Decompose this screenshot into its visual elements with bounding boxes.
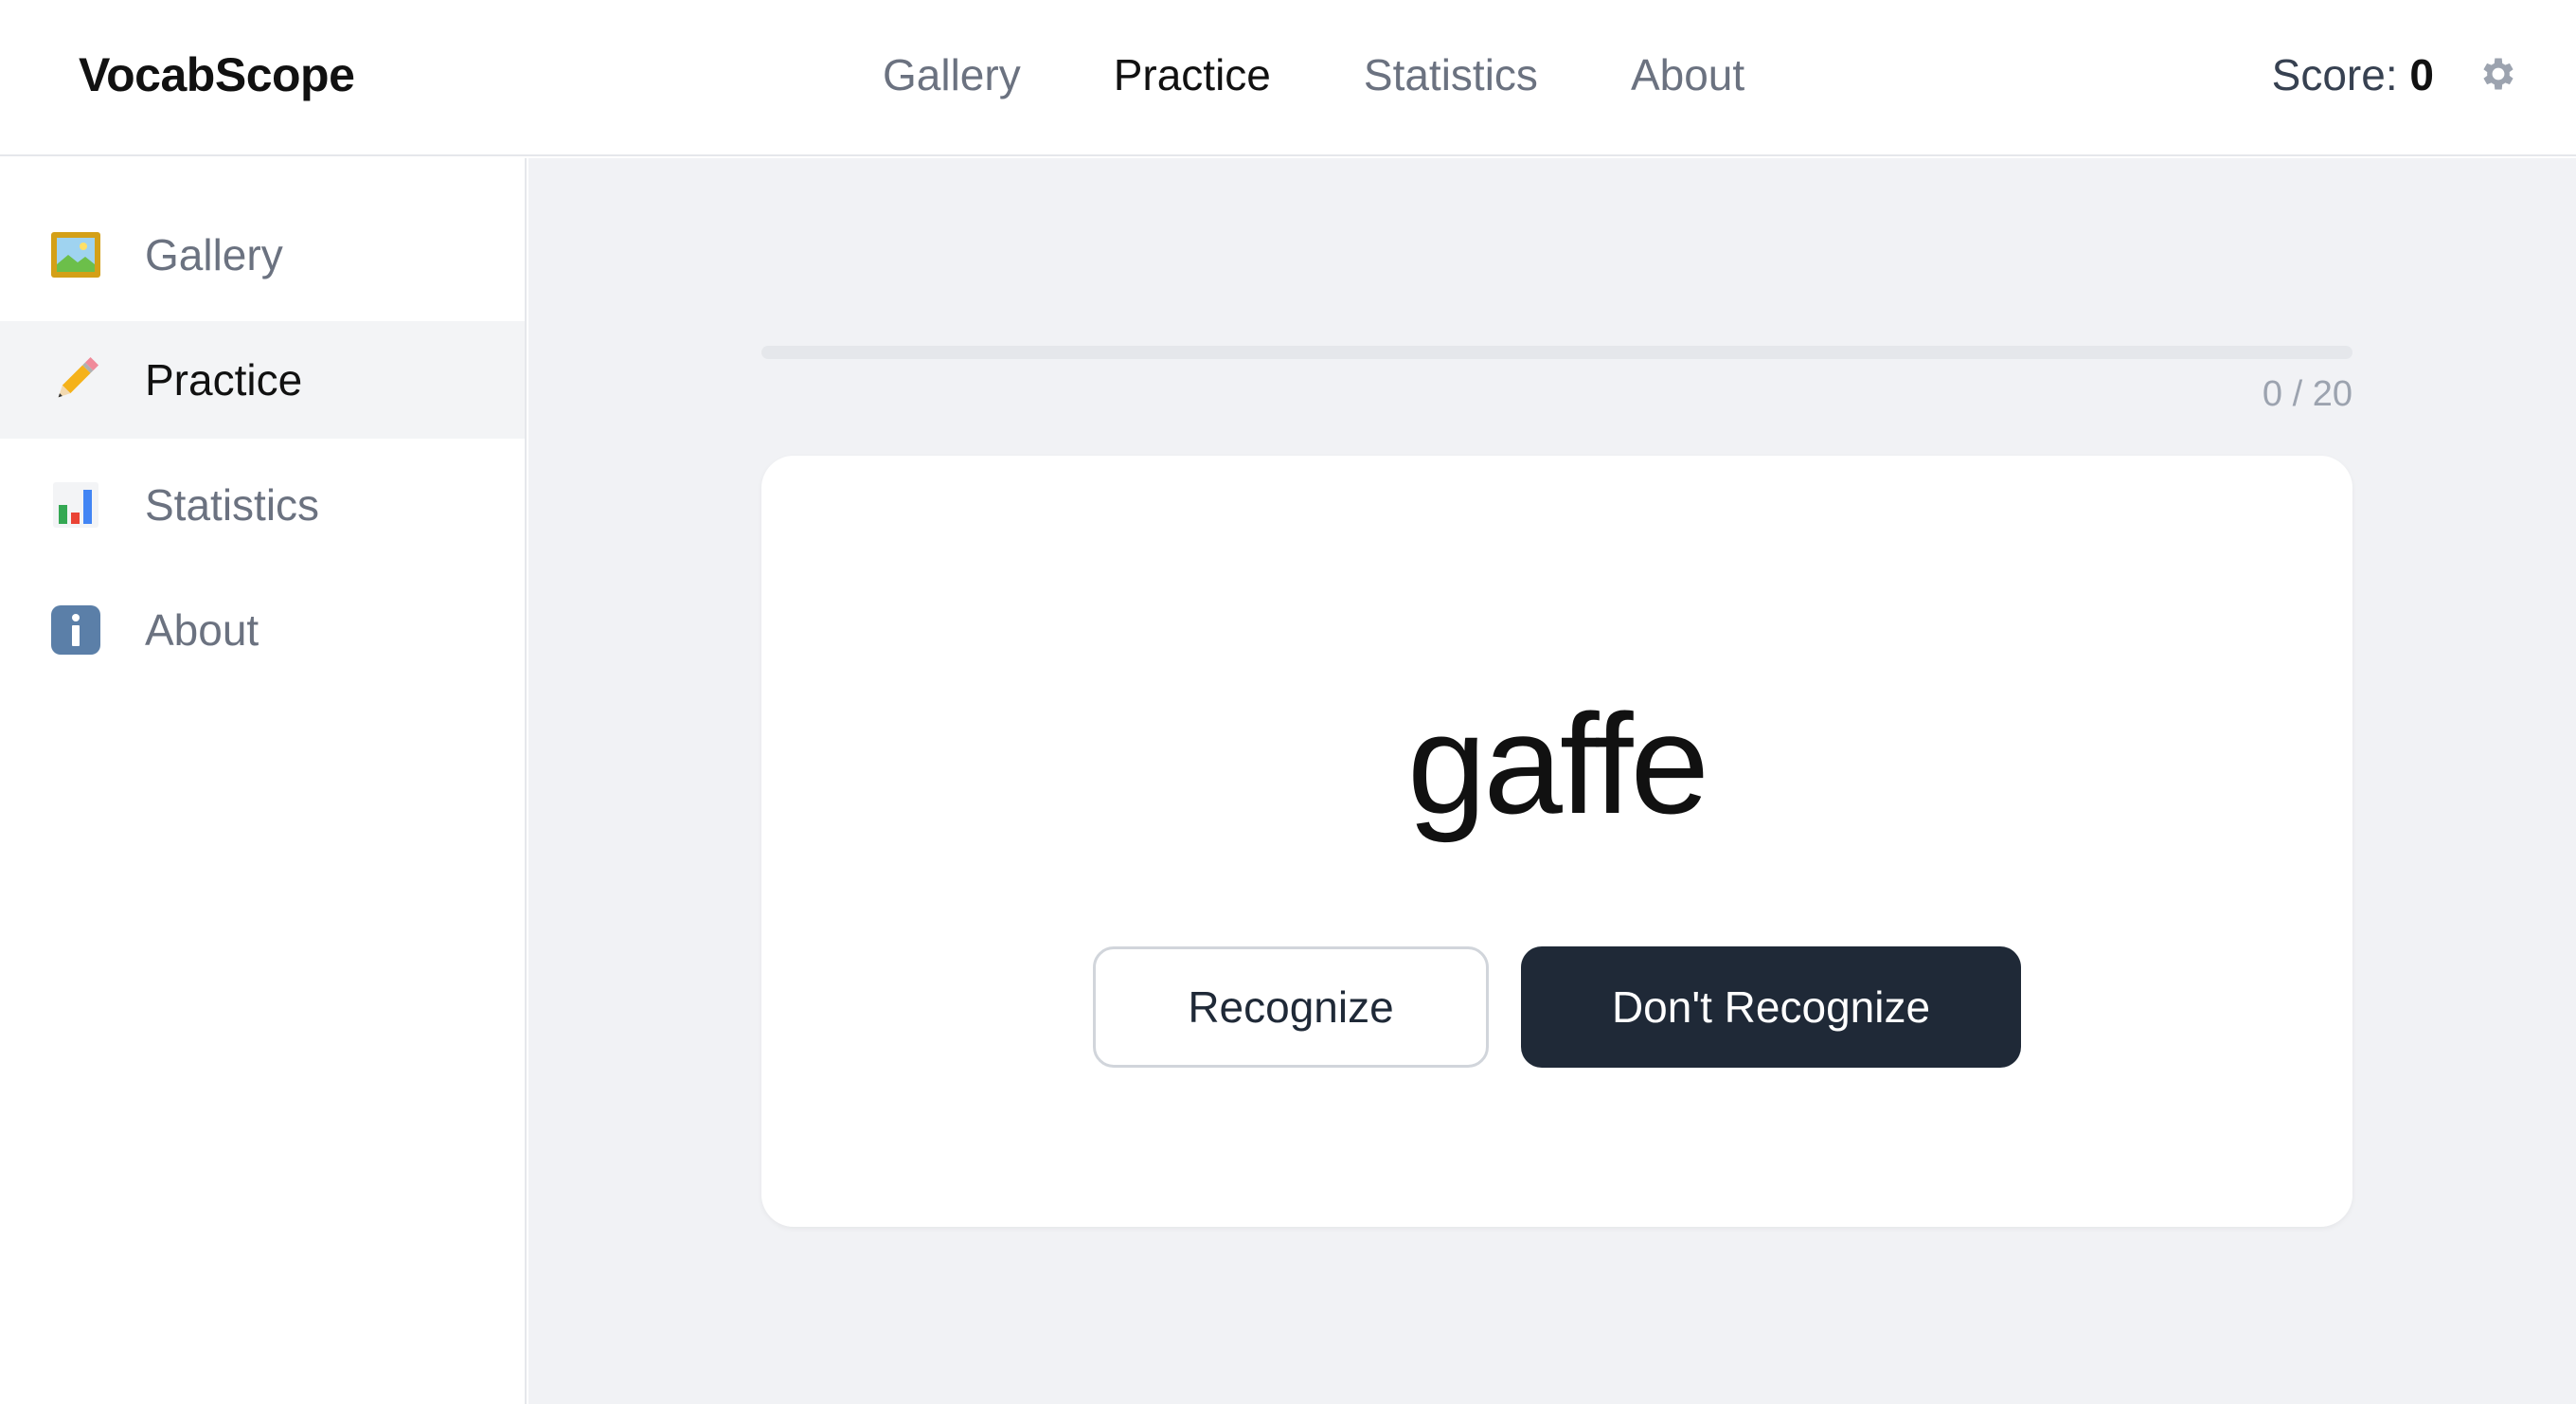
sidebar: Gallery Practice Statistics About: [0, 158, 527, 1404]
pencil-icon: [49, 353, 102, 406]
sidebar-item-label: About: [145, 605, 259, 655]
sidebar-item-label: Statistics: [145, 480, 320, 530]
score-label: Score:: [2271, 50, 2398, 99]
brand-logo[interactable]: VocabScope: [79, 47, 355, 102]
bar-chart-icon: [49, 478, 102, 531]
sidebar-item-label: Gallery: [145, 230, 283, 279]
info-icon: [49, 603, 102, 657]
top-nav: Gallery Practice Statistics About: [883, 49, 1744, 100]
recognize-button[interactable]: Recognize: [1093, 946, 1489, 1068]
practice-area: 0 / 20 gaffe Recognize Don't Recognize: [528, 158, 2576, 1404]
topnav-gallery[interactable]: Gallery: [883, 49, 1021, 100]
sidebar-item-about[interactable]: About: [0, 571, 525, 689]
topnav-about[interactable]: About: [1631, 49, 1744, 100]
sidebar-item-practice[interactable]: Practice: [0, 321, 525, 439]
dont-recognize-button[interactable]: Don't Recognize: [1521, 946, 2021, 1068]
progress-count: 0 / 20: [2262, 374, 2352, 414]
framed-picture-icon: [49, 228, 102, 281]
gear-icon[interactable]: [2478, 53, 2519, 95]
score-value: 0: [2409, 50, 2434, 99]
vocab-word: gaffe: [1407, 684, 1709, 843]
sidebar-item-gallery[interactable]: Gallery: [0, 196, 525, 314]
app-root: VocabScope Gallery Practice Statistics A…: [0, 0, 2576, 1404]
progress-bar: [761, 346, 2352, 359]
sidebar-item-statistics[interactable]: Statistics: [0, 446, 525, 564]
topnav-practice[interactable]: Practice: [1114, 49, 1271, 100]
topnav-statistics[interactable]: Statistics: [1364, 49, 1538, 100]
top-bar: VocabScope Gallery Practice Statistics A…: [0, 0, 2576, 156]
score-display: Score: 0: [2272, 49, 2434, 100]
sidebar-item-label: Practice: [145, 355, 303, 405]
word-card: gaffe Recognize Don't Recognize: [761, 456, 2352, 1227]
